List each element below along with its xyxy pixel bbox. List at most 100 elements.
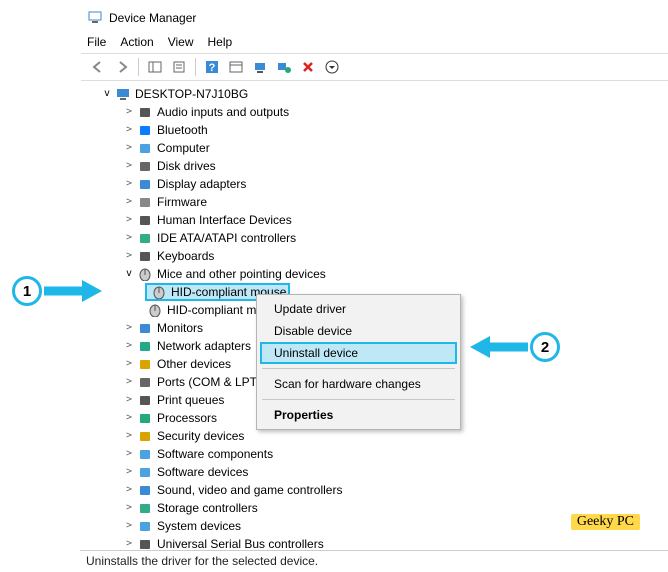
back-button[interactable] xyxy=(87,56,109,78)
menu-separator xyxy=(262,368,455,369)
caret-right-icon[interactable]: > xyxy=(123,499,135,517)
arrow-right-icon xyxy=(42,278,104,304)
other-icon xyxy=(137,356,153,372)
svg-text:?: ? xyxy=(209,62,216,74)
category-label: Audio inputs and outputs xyxy=(157,103,289,121)
category-item[interactable]: > Computer xyxy=(89,139,666,157)
category-item[interactable]: > Display adapters xyxy=(89,175,666,193)
caret-right-icon[interactable]: > xyxy=(123,373,135,391)
caret-right-icon[interactable]: > xyxy=(123,193,135,211)
scan-hardware-toolbar-button[interactable] xyxy=(273,56,295,78)
menu-help[interactable]: Help xyxy=(208,35,233,49)
printer-icon xyxy=(137,392,153,408)
category-label: Disk drives xyxy=(157,157,216,175)
caret-right-icon[interactable]: > xyxy=(123,175,135,193)
view-toolbar-button[interactable] xyxy=(225,56,247,78)
category-item[interactable]: > Disk drives xyxy=(89,157,666,175)
forward-button[interactable] xyxy=(111,56,133,78)
caret-right-icon[interactable]: > xyxy=(123,139,135,157)
caret-right-icon[interactable]: > xyxy=(123,337,135,355)
category-label: Software components xyxy=(157,445,273,463)
caret-right-icon[interactable]: > xyxy=(123,103,135,121)
caret-right-icon[interactable]: > xyxy=(123,229,135,247)
more-actions-button[interactable] xyxy=(321,56,343,78)
caret-right-icon[interactable]: > xyxy=(123,157,135,175)
watermark: Geeky PC xyxy=(571,514,640,530)
step-badge: 2 xyxy=(530,332,560,362)
caret-right-icon[interactable]: > xyxy=(123,121,135,139)
help-toolbar-button[interactable]: ? xyxy=(201,56,223,78)
category-label: Security devices xyxy=(157,427,244,445)
category-item[interactable]: > Software devices xyxy=(89,463,666,481)
category-item[interactable]: > IDE ATA/ATAPI controllers xyxy=(89,229,666,247)
properties-toolbar-button[interactable] xyxy=(168,56,190,78)
toolbar-separator xyxy=(138,58,139,76)
ports-icon xyxy=(137,374,153,390)
titlebar: Device Manager xyxy=(81,5,668,31)
caret-right-icon[interactable]: > xyxy=(123,391,135,409)
category-item[interactable]: > Software components xyxy=(89,445,666,463)
update-driver-toolbar-button[interactable] xyxy=(249,56,271,78)
hid-icon xyxy=(137,212,153,228)
category-label: IDE ATA/ATAPI controllers xyxy=(157,229,296,247)
category-label: Storage controllers xyxy=(157,499,258,517)
device-manager-window: Device Manager File Action View Help ? v… xyxy=(80,5,668,572)
category-item[interactable]: > Bluetooth xyxy=(89,121,666,139)
caret-right-icon[interactable]: > xyxy=(123,355,135,373)
category-label: Computer xyxy=(157,139,210,157)
mouse-icon xyxy=(137,266,153,282)
menu-item-disable-device[interactable]: Disable device xyxy=(260,320,457,342)
showhide-pane-button[interactable] xyxy=(144,56,166,78)
menu-item-update-driver[interactable]: Update driver xyxy=(260,298,457,320)
caret-down-icon[interactable]: v xyxy=(101,85,113,103)
ide-icon xyxy=(137,230,153,246)
caret-right-icon[interactable]: > xyxy=(123,517,135,535)
mouse-icon xyxy=(151,284,167,300)
menu-action[interactable]: Action xyxy=(120,35,153,49)
swcomp-icon xyxy=(137,446,153,462)
menu-item-properties[interactable]: Properties xyxy=(260,404,457,426)
caret-right-icon[interactable]: > xyxy=(123,319,135,337)
caret-right-icon[interactable]: > xyxy=(123,211,135,229)
status-text: Uninstalls the driver for the selected d… xyxy=(86,554,318,568)
menubar: File Action View Help xyxy=(81,31,668,53)
category-label: Software devices xyxy=(157,463,248,481)
uninstall-toolbar-button[interactable] xyxy=(297,56,319,78)
annotation-step-2: 2 xyxy=(468,332,560,362)
firmware-icon xyxy=(137,194,153,210)
category-label: Ports (COM & LPT) xyxy=(157,373,261,391)
caret-right-icon[interactable]: > xyxy=(123,445,135,463)
menu-item-uninstall-device[interactable]: Uninstall device xyxy=(260,342,457,364)
annotation-step-1: 1 xyxy=(12,276,104,306)
bluetooth-icon xyxy=(137,122,153,138)
sound-icon xyxy=(137,482,153,498)
category-item[interactable]: >Firmware xyxy=(89,193,666,211)
category-mice[interactable]: v Mice and other pointing devices xyxy=(89,265,666,283)
category-item[interactable]: > Audio inputs and outputs xyxy=(89,103,666,121)
step-badge: 1 xyxy=(12,276,42,306)
caret-right-icon[interactable]: > xyxy=(123,247,135,265)
menu-item-scan-hardware[interactable]: Scan for hardware changes xyxy=(260,373,457,395)
caret-right-icon[interactable]: > xyxy=(123,427,135,445)
category-label: Display adapters xyxy=(157,175,246,193)
caret-right-icon[interactable]: > xyxy=(123,409,135,427)
menu-view[interactable]: View xyxy=(168,35,194,49)
tree-root[interactable]: v DESKTOP-N7J10BG xyxy=(89,85,666,103)
display-icon xyxy=(137,176,153,192)
context-menu: Update driver Disable device Uninstall d… xyxy=(256,294,461,430)
arrow-left-icon xyxy=(468,334,530,360)
category-item[interactable]: > Human Interface Devices xyxy=(89,211,666,229)
category-label: Bluetooth xyxy=(157,121,208,139)
category-label: Keyboards xyxy=(157,247,214,265)
swdev-icon xyxy=(137,464,153,480)
menu-file[interactable]: File xyxy=(87,35,106,49)
category-item[interactable]: > Keyboards xyxy=(89,247,666,265)
caret-down-icon[interactable]: v xyxy=(123,265,135,283)
caret-right-icon[interactable]: > xyxy=(123,463,135,481)
caret-right-icon[interactable]: > xyxy=(123,481,135,499)
category-item[interactable]: >Sound, video and game controllers xyxy=(89,481,666,499)
category-label: Human Interface Devices xyxy=(157,211,292,229)
network-icon xyxy=(137,338,153,354)
status-bar: Uninstalls the driver for the selected d… xyxy=(80,550,668,572)
system-icon xyxy=(137,518,153,534)
